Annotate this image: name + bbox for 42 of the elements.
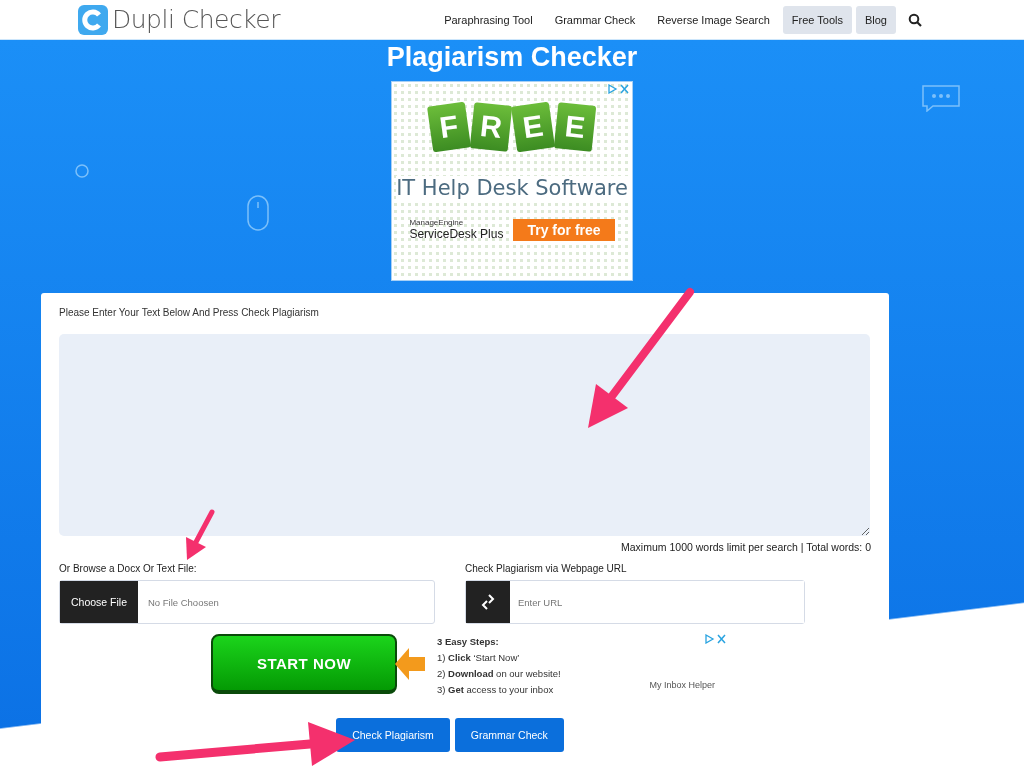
action-button[interactable]: Grammar Check bbox=[454, 718, 564, 752]
annotation-arrow bbox=[186, 509, 215, 560]
url-label: Check Plagiarism via Webpage URL bbox=[465, 563, 628, 574]
steps-title: 3 Easy Steps: bbox=[437, 635, 500, 649]
logo-icon bbox=[78, 4, 108, 35]
ad-choices-icon[interactable] bbox=[608, 84, 630, 94]
nav-link[interactable]: Paraphrasing Tool bbox=[435, 5, 542, 34]
url-field[interactable]: Enter URL bbox=[465, 580, 805, 624]
file-status: No File Choosen bbox=[147, 595, 220, 610]
ad-tag: E bbox=[511, 101, 555, 153]
nav-link[interactable]: Blog bbox=[855, 5, 896, 34]
mouse-icon bbox=[246, 194, 270, 232]
ad-tag: F bbox=[427, 101, 471, 153]
link-icon bbox=[480, 593, 496, 611]
choose-file-button[interactable]: Choose File bbox=[60, 581, 138, 623]
link-button[interactable] bbox=[466, 581, 510, 623]
prompt-text: Please Enter Your Text Below And Press Check Plagiarism bbox=[59, 307, 320, 318]
step-text: 1) Click ‘Start Now’ bbox=[437, 651, 521, 665]
step-text: 3) Get access to your inbox bbox=[437, 683, 555, 697]
nav-link[interactable]: Reverse Image Search bbox=[648, 5, 779, 34]
ad-brand-label: ManageEngine bbox=[409, 218, 465, 227]
file-field[interactable]: Choose File No File Choosen bbox=[59, 580, 435, 624]
circle-icon bbox=[74, 163, 90, 179]
page-title: Plagiarism Checker bbox=[386, 42, 638, 73]
file-label: Or Browse a Docx Or Text File: bbox=[59, 563, 198, 574]
ad-choices-icon[interactable] bbox=[705, 634, 727, 644]
ad-tag: R bbox=[469, 102, 513, 152]
ad-tag: E bbox=[553, 102, 597, 152]
step-text: 2) Download on our website! bbox=[437, 667, 561, 681]
ad-sponsor: My Inbox Helper bbox=[649, 680, 715, 690]
ad-banner[interactable]: F R E E IT Help Desk Software ManageEngine ServiceDesk Plus Try for free bbox=[391, 81, 633, 281]
nav-link[interactable]: Free Tools bbox=[782, 5, 852, 34]
word-limit-text: Maximum 1000 words limit per search | Total words: 0 bbox=[620, 541, 871, 553]
chat-icon bbox=[921, 84, 963, 112]
arrow-left-icon bbox=[393, 646, 427, 682]
action-button[interactable]: Check Plagiarism bbox=[336, 718, 450, 752]
ad-brand-name: ServiceDesk Plus bbox=[409, 227, 504, 241]
ad-headline: IT Help Desk Software bbox=[396, 176, 628, 200]
nav-link[interactable]: Grammar Check bbox=[545, 5, 645, 34]
search-icon[interactable] bbox=[908, 12, 922, 27]
text-input-area[interactable] bbox=[59, 334, 870, 536]
logo-text: Dupli Checker bbox=[112, 5, 280, 34]
